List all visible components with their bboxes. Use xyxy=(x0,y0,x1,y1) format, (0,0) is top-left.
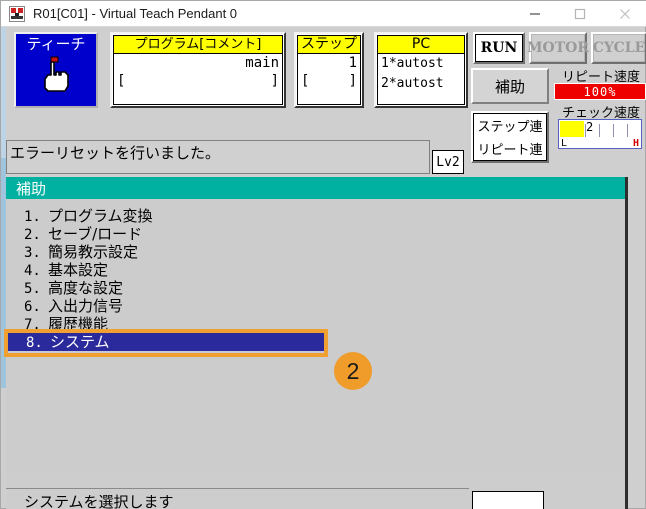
mode-repeat-continuous: リピート連 xyxy=(477,143,543,158)
repeat-speed-value: 100% xyxy=(583,84,617,99)
content-panel: 補助 1. プログラム変換 2. セーブ/ロード 3. 簡易教示設定 4. 基本設定 5. 高度な… xyxy=(4,177,628,474)
menu-item-label: 入出力信号 xyxy=(48,297,124,315)
menu-item-label: 高度な設定 xyxy=(48,279,124,297)
check-speed-high-mark: H xyxy=(632,138,639,149)
run-lamp-label: RUN xyxy=(475,34,523,62)
bottom-bar: システムを選択します xyxy=(6,474,628,509)
maximize-icon[interactable] xyxy=(557,1,602,27)
cycle-lamp[interactable]: CYCLE xyxy=(591,32,646,64)
minimize-icon[interactable] xyxy=(512,1,557,27)
menu-item-label: 簡易教示設定 xyxy=(48,243,139,261)
teach-mode-label: ティーチ xyxy=(26,35,86,53)
message-text: エラーリセットを行いました。 xyxy=(10,144,221,162)
menu-item-5[interactable]: 5. 高度な設定 xyxy=(6,279,625,297)
menu-item-label: システム xyxy=(50,333,110,351)
bracket-right: ] xyxy=(270,73,279,89)
menu-item-label: セーブ/ロード xyxy=(48,225,143,243)
bracket-left: [ xyxy=(117,73,126,89)
menu-item-label: 基本設定 xyxy=(48,261,109,279)
menu-item-number: 2. xyxy=(24,227,41,243)
step-value: 1 xyxy=(348,55,357,71)
bottom-divider xyxy=(6,488,469,489)
menu-item-number: 6. xyxy=(24,299,41,315)
robot-app-icon xyxy=(9,5,25,22)
run-lamp[interactable]: RUN xyxy=(473,32,525,64)
teach-mode-button[interactable]: ティーチ xyxy=(14,32,98,108)
program-comment-value: main xyxy=(245,55,279,71)
menu-item-2[interactable]: 2. セーブ/ロード xyxy=(6,225,625,243)
repeat-speed-bar[interactable]: 100% xyxy=(554,83,646,100)
cycle-lamp-label: CYCLE xyxy=(593,34,645,62)
motor-lamp[interactable]: MOTOR xyxy=(527,32,589,64)
window-titlebar: R01[C01] - Virtual Teach Pendant 0 xyxy=(1,1,646,27)
message-level-badge[interactable]: Lv2 xyxy=(432,150,464,174)
virtual-teach-pendant-window: R01[C01] - Virtual Teach Pendant 0 ティーチ xyxy=(0,0,646,509)
check-speed-value: 2 xyxy=(586,120,594,134)
menu-item-number: 5. xyxy=(24,281,41,297)
program-comment-header: プログラム[コメント] xyxy=(114,36,282,54)
menu-item-number: 3. xyxy=(24,245,41,261)
check-speed-low-mark: L xyxy=(561,138,568,149)
window-controls xyxy=(512,1,646,27)
mode-step-continuous: ステップ連 xyxy=(477,120,543,135)
step-brackets: [ ] xyxy=(298,73,360,90)
menu-item-label: プログラム変換 xyxy=(48,207,153,225)
pc-line-2: 2*autost xyxy=(381,76,444,91)
pendant-body: ティーチ プログラム[コメント] main [ ] ステップ 1 [] PC … xyxy=(1,27,646,509)
window-title: R01[C01] - Virtual Teach Pendant 0 xyxy=(33,6,238,21)
program-comment-brackets: [ ] xyxy=(114,73,282,90)
bracket-right: ] xyxy=(348,73,357,89)
step-box[interactable]: ステップ 1 [ ] xyxy=(294,32,364,108)
check-speed-fill xyxy=(560,121,584,137)
menu-item-number: 4. xyxy=(24,263,41,279)
program-comment-box[interactable]: プログラム[コメント] main [ ] xyxy=(110,32,286,108)
menu-item-4[interactable]: 4. 基本設定 xyxy=(6,261,625,279)
menu-item-label: 履歴機能 xyxy=(48,315,109,333)
bottom-hint-text: システムを選択します xyxy=(24,493,174,509)
bottom-input-field[interactable] xyxy=(472,491,544,509)
menu-item-3[interactable]: 3. 簡易教示設定 xyxy=(6,243,625,261)
bracket-left: [ xyxy=(301,73,310,89)
aux-button[interactable]: 補助 xyxy=(471,68,549,104)
menu-item-number: 1. xyxy=(24,209,41,225)
content-header-label: 補助 xyxy=(16,180,47,198)
step-header: ステップ xyxy=(298,36,360,54)
check-speed-gauge[interactable]: 2 L H xyxy=(558,119,642,149)
motor-lamp-label: MOTOR xyxy=(527,34,589,62)
status-row: ティーチ プログラム[コメント] main [ ] ステップ 1 [] PC … xyxy=(6,29,646,163)
menu-list: 1. プログラム変換 2. セーブ/ロード 3. 簡易教示設定 4. 基本設定 5. 高度な設定 6… xyxy=(4,207,625,357)
pc-header: PC xyxy=(378,36,464,54)
annotation-badge-2: 2 xyxy=(334,352,372,390)
menu-item-8[interactable]: 8. システム xyxy=(4,329,328,357)
menu-item-6[interactable]: 6. 入出力信号 xyxy=(6,297,625,315)
pointing-hand-icon xyxy=(39,55,73,98)
close-icon[interactable] xyxy=(602,1,646,27)
menu-item-number: 7. xyxy=(24,317,41,333)
menu-item-1[interactable]: 1. プログラム変換 xyxy=(6,207,625,225)
menu-item-number: 8. xyxy=(26,335,43,351)
run-mode-box[interactable]: ステップ連 リピート連 xyxy=(471,111,549,163)
pc-line-1: 1*autost xyxy=(381,56,444,71)
menu-item-7[interactable]: 7. 履歴機能 xyxy=(6,315,625,333)
pc-box[interactable]: PC 1*autost 2*autost xyxy=(374,32,468,108)
message-bar: エラーリセットを行いました。 xyxy=(6,140,430,174)
content-header: 補助 xyxy=(6,177,625,199)
